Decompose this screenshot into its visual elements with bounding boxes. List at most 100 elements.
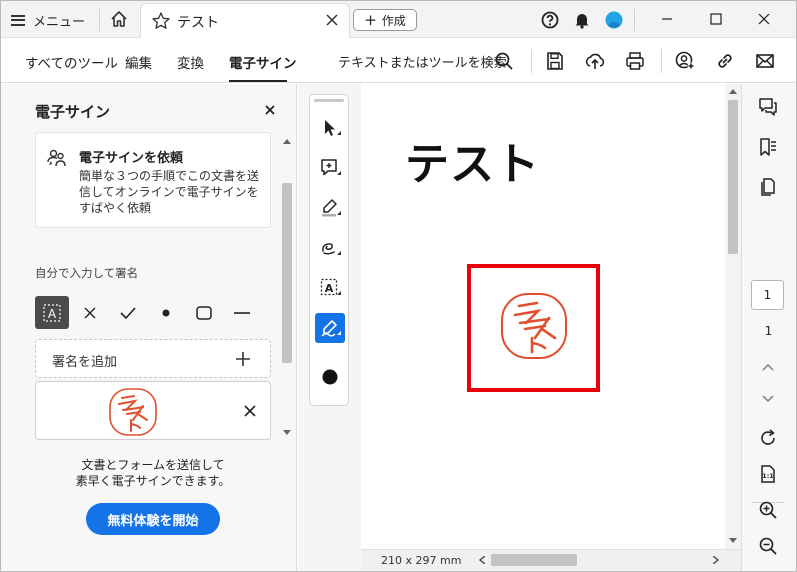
add-signature-button[interactable]: 署名を追加 [35,339,271,378]
close-panel-icon[interactable] [263,103,277,117]
comments-icon[interactable] [757,96,779,118]
delete-signature-icon[interactable] [243,404,257,418]
actual-size-icon[interactable]: 1:1 [757,463,779,485]
document-page[interactable]: テスト [361,84,725,549]
highlight-tool[interactable] [315,193,345,223]
stamp-image [501,293,567,359]
minimize-icon[interactable] [652,7,682,31]
nav-edit[interactable]: 編集 [125,52,152,72]
promo-line-2: 素早く電子サインできます。 [75,474,231,488]
dot-tool[interactable] [149,296,183,329]
scroll-left-icon[interactable] [479,556,485,564]
previous-page-icon[interactable] [757,356,779,378]
maximize-icon[interactable] [701,7,731,31]
draw-tool[interactable] [315,233,345,263]
plus-icon [236,352,250,366]
add-user-icon[interactable] [674,50,696,72]
scroll-down-icon[interactable] [283,430,291,436]
document-title: テスト [405,139,540,190]
divider [661,49,662,73]
create-button[interactable]: + 作成 [353,9,417,31]
help-icon[interactable] [540,10,560,30]
print-icon[interactable] [624,50,646,72]
link-icon[interactable] [714,50,736,72]
zoom-out-icon[interactable] [757,535,779,557]
app-window: メニュー テスト + 作成 すべてのツール 編集 変換 電子サイン テキストまた… [0,0,797,572]
star-icon[interactable] [151,11,171,31]
save-icon[interactable] [544,50,566,72]
start-trial-button[interactable]: 無料体験を開始 [86,503,220,535]
card-title: 電子サインを依頼 [79,151,184,166]
request-signature-card[interactable]: 電子サインを依頼 簡単な３つの手順でこの文書を送信してオンラインで電子サインをす… [35,132,271,228]
request-signature-icon [47,149,66,167]
total-pages: 1 [764,324,773,338]
menu-label: メニュー [33,14,86,30]
nav-all-tools[interactable]: すべてのツール [25,52,118,72]
color-picker[interactable] [315,362,345,392]
document-vertical-scrollbar[interactable] [725,84,741,549]
avatar[interactable] [604,10,624,30]
card-description: 簡単な３つの手順でこの文書を送信してオンラインで電子サインをすばやく依頼 [79,169,260,215]
active-tab-indicator [229,80,287,82]
scroll-up-icon[interactable] [283,138,291,144]
quick-tools-rail: A [309,94,349,406]
bell-icon[interactable] [572,10,592,30]
text-field-tool[interactable]: A [35,296,69,329]
current-page-input[interactable]: 1 [751,280,784,310]
rectangle-tool[interactable] [187,296,221,329]
signature-box[interactable] [467,264,600,392]
self-sign-label: 自分で入力して署名 [35,266,139,280]
hamburger-icon [11,14,25,26]
e-sign-panel: 電子サイン 電子サインを依頼 簡単な３つの手順でこの文書を送信してオンラインで電… [1,84,297,571]
panel-title: 電子サイン [35,103,111,121]
select-tool[interactable] [315,113,345,143]
panel-scrollbar[interactable] [281,136,293,438]
mail-icon[interactable] [754,50,776,72]
saved-signature[interactable] [35,381,271,440]
document-status-bar: 210 x 297 mm [361,549,741,571]
scroll-down-icon[interactable] [729,538,737,544]
title-bar: メニュー テスト + 作成 [1,1,796,38]
create-label: 作成 [381,13,406,28]
right-rail: 1 1 1:1 [741,84,796,571]
pages-icon[interactable] [757,176,779,198]
nav-convert[interactable]: 変換 [177,52,204,72]
tool-search-label[interactable]: テキストまたはツールを検索 [338,52,507,71]
zoom-in-icon[interactable] [757,499,779,521]
check-mark-tool[interactable] [111,296,145,329]
line-tool[interactable] [225,296,259,329]
divider [99,9,100,31]
scroll-up-icon[interactable] [729,88,737,94]
plus-icon: + [364,10,377,29]
add-signature-label: 署名を追加 [52,355,118,370]
cross-mark-tool[interactable] [73,296,107,329]
bookmarks-icon[interactable] [757,136,779,158]
divider [634,9,635,31]
svg-text:A: A [325,282,334,295]
text-select-tool[interactable]: A [315,273,345,303]
add-comment-tool[interactable] [315,153,345,183]
svg-text:1:1: 1:1 [762,472,774,480]
rail-grip[interactable] [314,99,344,102]
next-page-icon[interactable] [757,388,779,410]
tab-title: テスト [177,15,219,31]
promo-text: 文書とフォームを送信して 素早く電子サインできます。 [35,457,271,489]
panel-scroll-thumb[interactable] [282,183,292,363]
sign-tool[interactable] [315,313,345,343]
divider [531,49,532,73]
rotate-icon[interactable] [757,427,779,449]
document-scroll-thumb[interactable] [728,100,738,254]
close-window-icon[interactable] [749,7,779,31]
upload-icon[interactable] [584,50,606,72]
promo-line-1: 文書とフォームを送信して [81,458,225,472]
scroll-right-icon[interactable] [713,556,719,564]
close-icon[interactable] [325,13,339,27]
home-icon[interactable] [109,9,129,29]
search-icon[interactable] [493,50,515,72]
horizontal-scroll-thumb[interactable] [491,554,577,566]
document-tab[interactable]: テスト [140,3,350,38]
menu-button[interactable]: メニュー [11,7,85,33]
nav-e-sign[interactable]: 電子サイン [229,52,297,72]
stamp-image [109,388,157,436]
svg-text:A: A [48,307,57,321]
